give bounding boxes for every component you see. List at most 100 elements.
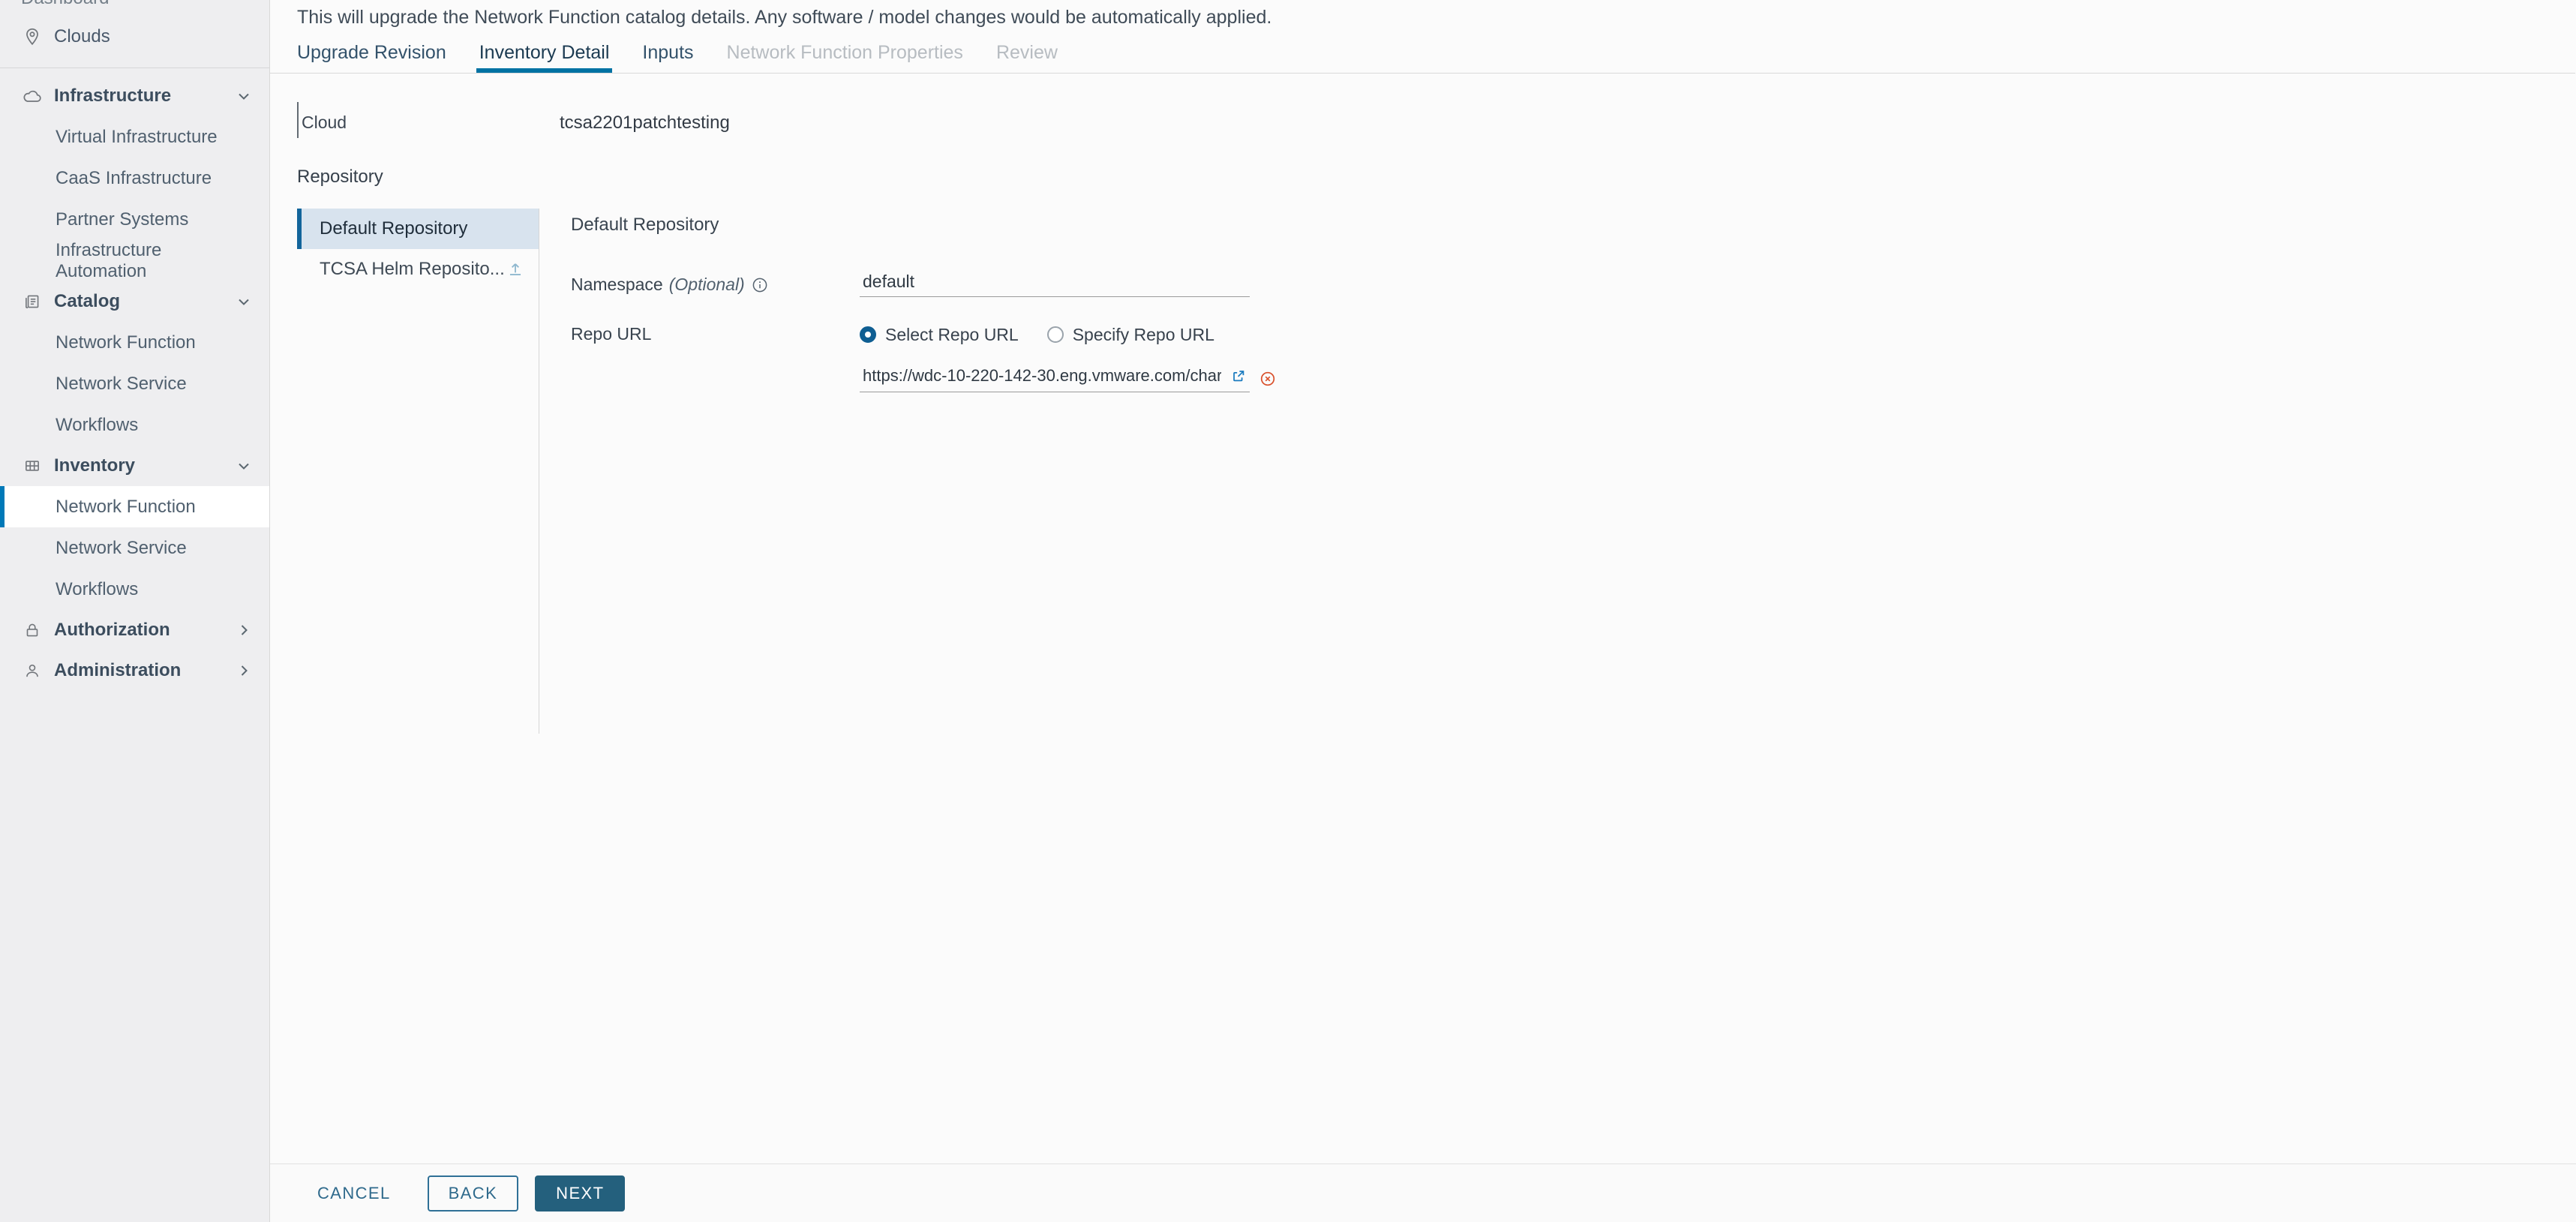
sidebar-item-label: Inventory: [54, 455, 136, 476]
repo-url-value: https://wdc-10-220-142-30.eng.vmware.com…: [863, 366, 1221, 385]
cloud-value: tcsa2201patchtesting: [560, 113, 730, 133]
sidebar-item-partner-systems[interactable]: Partner Systems: [0, 199, 269, 240]
sidebar-item-label: CaaS Infrastructure: [56, 167, 212, 188]
sidebar-item-label: Network Service: [56, 373, 187, 394]
sidebar-item-catalog-network-service[interactable]: Network Service: [0, 363, 269, 404]
sidebar-item-label: Workflows: [56, 414, 139, 435]
repo-url-label: Repo URL: [571, 320, 860, 344]
sidebar-top-section: Dashboard Clouds: [0, 0, 269, 68]
main-content: This will upgrade the Network Function c…: [270, 0, 2576, 1222]
tab-label: Network Function Properties: [726, 42, 963, 63]
sidebar-item-label: Dashboard: [21, 0, 109, 9]
repository-item-label: TCSA Helm Reposito...: [320, 259, 505, 279]
repo-url-select[interactable]: https://wdc-10-220-142-30.eng.vmware.com…: [860, 365, 1250, 392]
repository-list-item-tcsa-helm[interactable]: TCSA Helm Reposito...: [297, 249, 539, 290]
cloud-label: Cloud: [297, 102, 560, 138]
tab-label: Inputs: [642, 42, 694, 63]
chevron-right-icon[interactable]: [235, 621, 253, 639]
repository-list: Default Repository TCSA Helm Reposito...: [297, 209, 539, 734]
repo-url-value-line: https://wdc-10-220-142-30.eng.vmware.com…: [860, 365, 2576, 392]
chevron-down-icon[interactable]: [235, 293, 253, 311]
wizard-footer: CANCEL BACK NEXT: [270, 1163, 2576, 1222]
repository-detail: Default Repository Namespace (Optional): [539, 209, 2576, 734]
sidebar-item-inventory-workflows[interactable]: Workflows: [0, 569, 269, 610]
sidebar-item-label: Infrastructure Automation: [56, 239, 162, 281]
radio-specify-repo-url-label[interactable]: Specify Repo URL: [1073, 325, 1214, 345]
tab-review: Review: [980, 42, 1074, 73]
back-button[interactable]: BACK: [427, 1175, 519, 1211]
repo-url-control: Select Repo URL Specify Repo URL https:/…: [860, 320, 2576, 392]
chevron-down-icon[interactable]: [235, 457, 253, 475]
sidebar-item-label: Administration: [54, 660, 182, 680]
left-sidebar: Dashboard Clouds Infrastructure: [0, 0, 270, 1222]
info-circle-icon[interactable]: [751, 276, 769, 294]
sidebar-item-clouds[interactable]: Clouds: [0, 17, 269, 57]
wizard-notice-text: This will upgrade the Network Function c…: [297, 7, 1272, 28]
tab-label: Inventory Detail: [479, 42, 610, 63]
catalog-icon: [21, 290, 44, 313]
repository-item-label: Default Repository: [320, 218, 468, 239]
tab-label: Upgrade Revision: [297, 42, 446, 63]
sidebar-item-label: Network Function: [56, 332, 196, 353]
sidebar-item-label: Workflows: [56, 578, 139, 599]
repository-list-item-default[interactable]: Default Repository: [297, 209, 539, 249]
inventory-icon: [21, 455, 44, 477]
user-icon: [21, 659, 44, 682]
cancel-button[interactable]: CANCEL: [297, 1175, 411, 1211]
namespace-control: [860, 270, 2576, 297]
namespace-label: Namespace (Optional): [571, 270, 860, 295]
chevron-right-icon[interactable]: [235, 662, 253, 680]
namespace-label-text: Namespace: [571, 275, 663, 294]
app-root: Dashboard Clouds Infrastructure: [0, 0, 2576, 1222]
sidebar-item-catalog-network-function[interactable]: Network Function: [0, 322, 269, 363]
sidebar-item-caas-infrastructure[interactable]: CaaS Infrastructure: [0, 158, 269, 199]
repository-area: Default Repository TCSA Helm Reposito...…: [297, 209, 2576, 734]
sidebar-item-virtual-infrastructure[interactable]: Virtual Infrastructure: [0, 116, 269, 158]
sidebar-item-label: Clouds: [54, 26, 110, 47]
repository-detail-title: Default Repository: [571, 215, 719, 235]
tab-label: Review: [995, 42, 1058, 63]
namespace-input[interactable]: [860, 270, 1250, 297]
tab-network-function-properties: Network Function Properties: [710, 42, 980, 73]
inventory-detail-panel: Cloud tcsa2201patchtesting Repository De…: [270, 74, 2576, 1222]
radio-specify-repo-url[interactable]: [1046, 326, 1064, 343]
sidebar-item-infrastructure[interactable]: Infrastructure: [0, 76, 269, 116]
tab-inputs[interactable]: Inputs: [626, 42, 710, 73]
next-button[interactable]: NEXT: [535, 1175, 626, 1211]
sidebar-item-label: Infrastructure: [54, 86, 172, 106]
sidebar-item-inventory-network-function[interactable]: Network Function: [0, 486, 269, 527]
tab-inventory-detail[interactable]: Inventory Detail: [463, 42, 626, 73]
chevron-down-icon[interactable]: [235, 87, 253, 105]
namespace-field-row: Namespace (Optional): [571, 270, 2576, 297]
sidebar-item-catalog[interactable]: Catalog: [0, 281, 269, 322]
sidebar-item-label: Network Function: [56, 496, 196, 517]
sidebar-item-catalog-workflows[interactable]: Workflows: [0, 404, 269, 446]
namespace-optional-text: (Optional): [668, 275, 745, 294]
repo-url-label-text: Repo URL: [571, 324, 652, 344]
location-pin-icon: [21, 26, 44, 48]
upload-icon[interactable]: [506, 260, 525, 279]
repo-url-radio-group: Select Repo URL Specify Repo URL: [860, 320, 2576, 350]
repository-section-title: Repository: [297, 167, 383, 187]
sidebar-item-administration[interactable]: Administration: [0, 650, 269, 691]
wizard-tablist: Upgrade Revision Inventory Detail Inputs…: [270, 33, 2575, 74]
sidebar-item-inventory[interactable]: Inventory: [0, 446, 269, 486]
clear-circle-icon[interactable]: [1259, 370, 1277, 388]
sidebar-item-label: Network Service: [56, 537, 187, 558]
repo-url-field-row: Repo URL Select Repo URL Specify Repo UR…: [571, 320, 2576, 392]
sidebar-item-label: Authorization: [54, 620, 170, 640]
sidebar-item-infrastructure-automation[interactable]: Infrastructure Automation: [0, 240, 269, 281]
sidebar-item-label: Virtual Infrastructure: [56, 126, 218, 147]
cloud-icon: [21, 85, 44, 107]
sidebar-item-authorization[interactable]: Authorization: [0, 610, 269, 650]
sidebar-item-dashboard-clipped[interactable]: Dashboard: [0, 0, 269, 9]
radio-select-repo-url-label[interactable]: Select Repo URL: [885, 325, 1019, 345]
lock-icon: [21, 619, 44, 641]
sidebar-item-inventory-network-service[interactable]: Network Service: [0, 527, 269, 569]
cloud-row: Cloud tcsa2201patchtesting: [297, 102, 2576, 144]
external-link-icon[interactable]: [1230, 368, 1247, 384]
sidebar-item-label: Catalog: [54, 291, 121, 311]
tab-upgrade-revision[interactable]: Upgrade Revision: [297, 42, 463, 73]
sidebar-item-label: Partner Systems: [56, 209, 189, 230]
radio-select-repo-url[interactable]: [860, 326, 876, 343]
